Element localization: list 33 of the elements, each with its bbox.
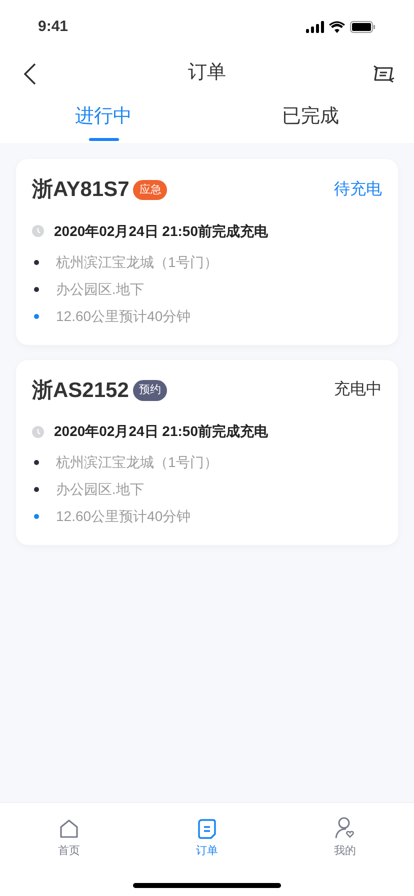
license-plate: 浙AY81S7	[32, 177, 130, 203]
address-line: 办公园区.地下	[56, 480, 144, 499]
order-card[interactable]: 浙AY81S7 应急 待充电 2020年02月24日 21:50前完成充电 杭州滨江宝龙城（1号门） 办公园区.地下 12.60公里预计40分钟	[16, 159, 398, 344]
status-time: 9:41	[38, 16, 68, 37]
license-plate: 浙AS2152	[32, 378, 129, 404]
clock-icon	[32, 225, 44, 237]
back-icon	[24, 62, 36, 84]
address-line: 办公园区.地下	[56, 280, 144, 298]
tab-bar-item[interactable]: 订单	[138, 803, 276, 859]
address-line: 杭州滨江宝龙城（1号门）	[56, 252, 218, 272]
deadline-text: 2020年02月24日 21:50前完成充电	[54, 222, 268, 240]
address-line: 12.60公里预计40分钟	[56, 306, 191, 326]
address-line: 12.60公里预计40分钟	[56, 507, 191, 526]
order-status: 待充电	[334, 180, 382, 200]
battery-icon	[350, 21, 376, 33]
deadline-text: 2020年02月24日 21:50前完成充电	[54, 422, 268, 441]
order-card[interactable]: 浙AS2152 预约 充电中 2020年02月24日 21:50前完成充电 杭州滨江宝龙城（1号门） 办公园区.地下 12.60公里预计40分钟	[16, 360, 398, 545]
document-icon	[198, 818, 216, 838]
tab-bar-item[interactable]: 首页	[0, 803, 138, 859]
order-status: 充电中	[334, 380, 382, 400]
tab[interactable]: 已完成	[207, 97, 414, 143]
swap-list-icon	[373, 64, 395, 82]
order-tag: 预约	[132, 380, 167, 400]
signal-icon	[306, 21, 324, 33]
tab-bar-item[interactable]: 我的	[276, 803, 414, 859]
order-tag: 应急	[133, 180, 168, 200]
user-heart-icon	[335, 816, 355, 838]
home-icon	[59, 818, 79, 838]
clock-icon	[32, 426, 44, 438]
page-title: 订单	[188, 61, 226, 86]
tab[interactable]: 进行中	[0, 97, 207, 143]
address-line: 杭州滨江宝龙城（1号门）	[56, 453, 218, 472]
wifi-icon	[329, 21, 345, 33]
